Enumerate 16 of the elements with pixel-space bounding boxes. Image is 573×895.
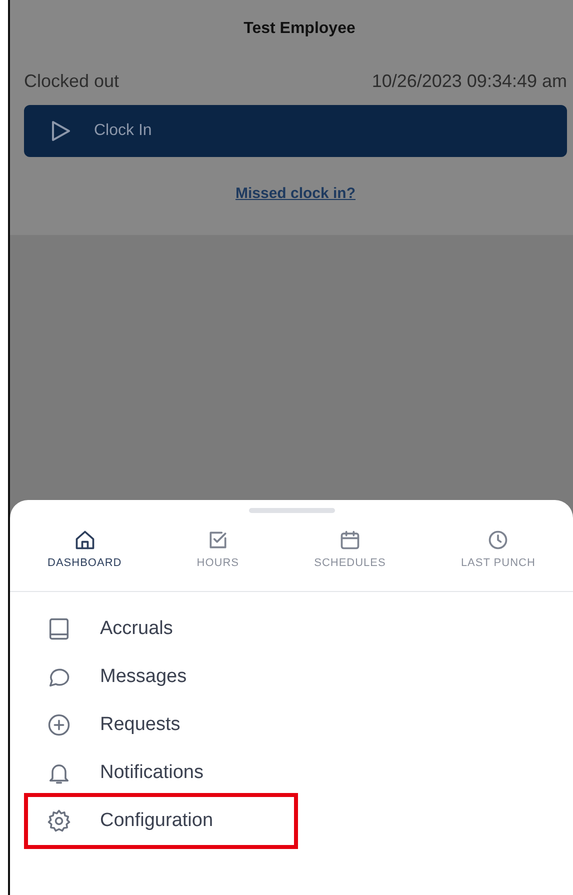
employee-name: Test Employee xyxy=(242,20,356,38)
clock-in-button[interactable]: Clock In xyxy=(24,105,567,157)
clock-status: Clocked out xyxy=(24,71,120,92)
nav-tab[interactable]: DASHBOARD xyxy=(48,529,122,569)
menu-item[interactable]: Configuration xyxy=(24,793,298,849)
menu-item[interactable]: Messages xyxy=(24,660,264,694)
menu-item[interactable]: Accruals xyxy=(24,612,264,646)
timestamp: 10/26/2023 09:34:49 am xyxy=(372,71,567,92)
calendar-icon xyxy=(338,529,361,551)
menu-item[interactable]: Notifications xyxy=(24,756,264,790)
plus-circle-icon xyxy=(46,712,72,738)
home-icon xyxy=(74,529,96,551)
drag-handle[interactable] xyxy=(248,508,334,513)
clock-icon xyxy=(487,529,510,551)
settings-icon xyxy=(46,808,72,834)
menu-item[interactable]: Requests xyxy=(24,708,264,742)
